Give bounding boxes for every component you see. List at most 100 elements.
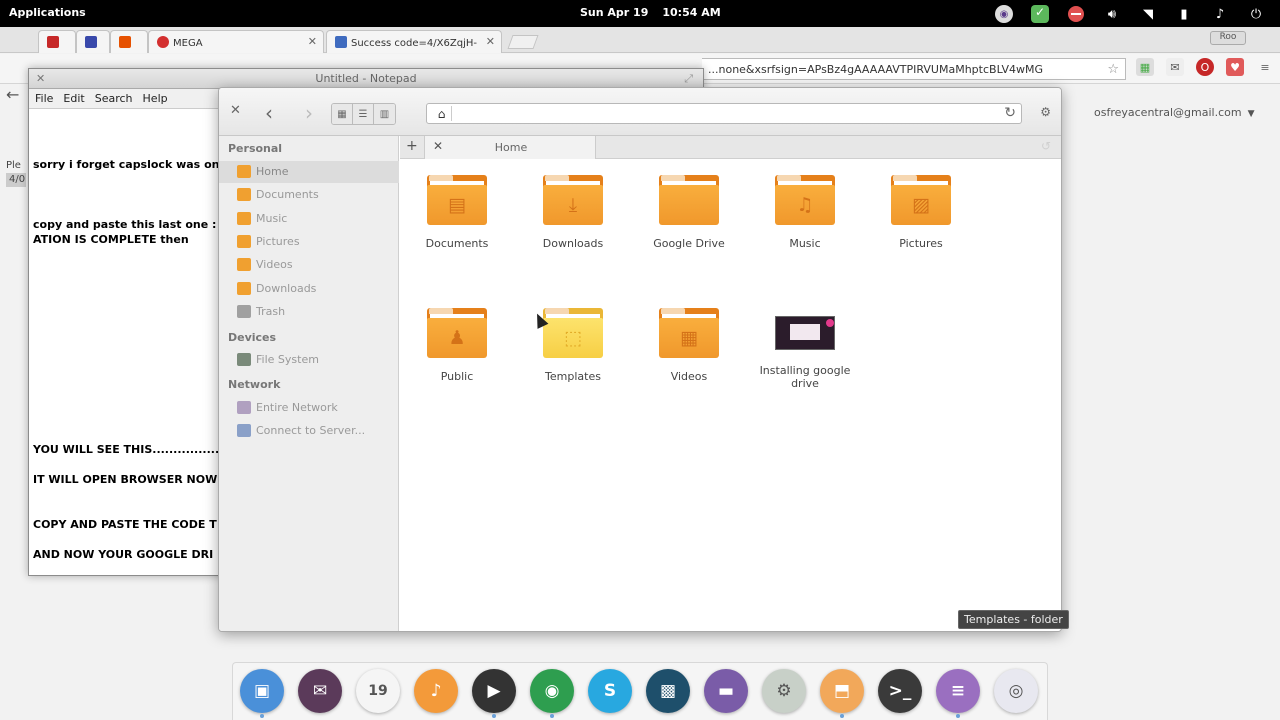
multitasking-view-icon[interactable]: ▣ (240, 669, 284, 713)
path-bar[interactable]: ⌂ ↻ (426, 103, 1022, 124)
pocket-icon[interactable]: ♥ (1226, 58, 1244, 76)
screenshot-icon[interactable]: ◉ (993, 3, 1015, 25)
sidebar-item-home[interactable]: Home (219, 161, 399, 183)
star-icon[interactable]: ☆ (1107, 62, 1119, 77)
video-player-icon[interactable]: ▶ (472, 669, 516, 713)
mega-icon (157, 36, 169, 48)
folder-label: Music (789, 237, 821, 250)
folder-google-drive[interactable]: Google Drive (639, 175, 739, 250)
maximize-icon[interactable]: ⤢ (684, 72, 693, 86)
store-icon[interactable]: ⬒ (820, 669, 864, 713)
browser-tab-gmail[interactable] (38, 30, 76, 53)
sidebar-item-documents[interactable]: Documents (219, 184, 399, 206)
back-arrow-icon[interactable]: ← (6, 85, 19, 104)
folder-videos[interactable]: ▦ Videos (639, 308, 739, 383)
mail-icon[interactable]: ✉ (298, 669, 342, 713)
browser-tab-z[interactable] (76, 30, 110, 53)
browser-tab-tool[interactable] (110, 30, 148, 53)
sidebar-item-label: File System (256, 353, 319, 366)
new-tab-icon[interactable]: + (406, 138, 418, 154)
applications-menu[interactable]: Applications (9, 6, 86, 19)
calendar-icon[interactable]: 19 (356, 669, 400, 713)
column-view-icon[interactable]: ▥ (374, 104, 395, 124)
tab-label: Home (494, 141, 528, 154)
power-icon[interactable]: ⏻ (1245, 3, 1267, 25)
close-icon[interactable]: ✕ (36, 72, 45, 85)
close-icon[interactable]: ✕ (486, 35, 495, 48)
folder-music[interactable]: ♫ Music (755, 175, 855, 250)
sidebar-item-file-system[interactable]: File System (219, 349, 399, 371)
sidebar-item-music[interactable]: Music (219, 208, 399, 230)
notepad-titlebar[interactable]: ✕ Untitled - Notepad ⤢ (29, 69, 703, 89)
skype-icon[interactable]: S (588, 669, 632, 713)
menu-edit[interactable]: Edit (63, 89, 90, 108)
extension-icon[interactable]: ▦ (1136, 58, 1154, 76)
photos-icon[interactable]: ▩ (646, 669, 690, 713)
sidebar-item-entire-network[interactable]: Entire Network (219, 397, 399, 419)
sidebar-item-pictures[interactable]: Pictures (219, 231, 399, 253)
mail-icon[interactable]: ✉ (1166, 58, 1184, 76)
folder-downloads[interactable]: ⤓ Downloads (523, 175, 623, 250)
back-arrow-icon[interactable]: ‹ (265, 101, 273, 125)
folder-public[interactable]: ♟ Public (407, 308, 507, 383)
notepad-text-area[interactable]: sorry i forget capslock was on copy and … (33, 113, 224, 573)
clock[interactable]: Sun Apr 19 10:54 AM (580, 6, 735, 19)
text-line: COPY AND PASTE THE CODE T (33, 518, 217, 531)
documents-icon (237, 188, 251, 201)
app-menu-icon[interactable]: ⚙ (1040, 105, 1051, 119)
folder-documents[interactable]: ▤ Documents (407, 175, 507, 250)
running-indicator (840, 714, 844, 718)
switchboard-icon[interactable]: ⚙ (762, 669, 806, 713)
address-bar[interactable]: ...none&xsrfsign=APsBz4gAAAAAVTPIRVUMaMh… (702, 58, 1126, 80)
browser-tab-success[interactable]: Success code=4/X6ZqjH- ✕ (326, 30, 502, 53)
menu-icon[interactable]: ≡ (1256, 58, 1274, 76)
top-panel: Applications Sun Apr 19 10:54 AM ◉ ✓ 🔊︎ ◥… (0, 0, 1280, 27)
tab-home[interactable]: ✕ Home (424, 136, 596, 159)
new-tab-button[interactable] (507, 35, 539, 49)
sidebar-item-downloads[interactable]: Downloads (219, 278, 399, 300)
account-menu[interactable]: osfreyacentral@gmail.com ▼ (1094, 106, 1255, 119)
window-controls[interactable]: Roo (1210, 31, 1246, 45)
folder-label: Downloads (542, 237, 604, 250)
sidebar-item-videos[interactable]: Videos (219, 254, 399, 276)
folder-icon: ⤓ (543, 175, 603, 225)
terminal-icon[interactable]: >_ (878, 669, 922, 713)
menu-search[interactable]: Search (95, 89, 139, 108)
menu-help[interactable]: Help (143, 89, 174, 108)
trash-icon (237, 305, 251, 318)
file-installing-google-drive[interactable]: Installing google drive (755, 308, 855, 390)
refresh-icon[interactable]: ↻ (1004, 105, 1016, 121)
sidebar-item-label: Videos (256, 258, 293, 271)
menu-file[interactable]: File (35, 89, 59, 108)
wifi-icon[interactable]: ◥ (1137, 3, 1159, 25)
home-icon[interactable]: ⌂ (432, 106, 452, 121)
sidebar-item-trash[interactable]: Trash (219, 301, 399, 323)
close-icon[interactable]: ✕ (230, 103, 241, 118)
opera-icon[interactable]: O (1196, 58, 1214, 76)
running-indicator (260, 714, 264, 718)
notes-icon[interactable]: ▬ (704, 669, 748, 713)
bell-icon[interactable]: ♪ (1209, 3, 1231, 25)
folder-label: Pictures (899, 237, 943, 250)
sidebar-item-connect-server[interactable]: Connect to Server... (219, 420, 399, 442)
forward-arrow-icon[interactable]: › (305, 101, 313, 125)
list-view-icon[interactable]: ☰ (353, 104, 374, 124)
battery-icon[interactable]: ▮ (1173, 3, 1195, 25)
browser-tab-mega[interactable]: MEGA ✕ (148, 30, 324, 53)
folder-pictures[interactable]: ▨ Pictures (871, 175, 971, 250)
grid-view-icon[interactable]: ▦ (332, 104, 353, 124)
checkmark-icon[interactable]: ✓ (1029, 3, 1051, 25)
close-icon[interactable]: ✕ (308, 35, 317, 48)
chrome-icon[interactable]: ◉ (530, 669, 574, 713)
window-title: Untitled - Notepad (315, 72, 417, 85)
folder-icon: ♟ (427, 308, 487, 358)
no-entry-icon[interactable] (1065, 3, 1087, 25)
text-editor-icon[interactable]: ≡ (936, 669, 980, 713)
camera-icon[interactable]: ◎ (994, 669, 1038, 713)
volume-icon[interactable]: 🔊︎ (1101, 3, 1123, 25)
music-player-icon[interactable]: ♪ (414, 669, 458, 713)
time-label: 10:54 AM (662, 6, 721, 19)
downloads-icon (237, 282, 251, 295)
restore-tab-icon[interactable]: ↺ (1041, 139, 1051, 153)
home-icon (237, 165, 251, 178)
